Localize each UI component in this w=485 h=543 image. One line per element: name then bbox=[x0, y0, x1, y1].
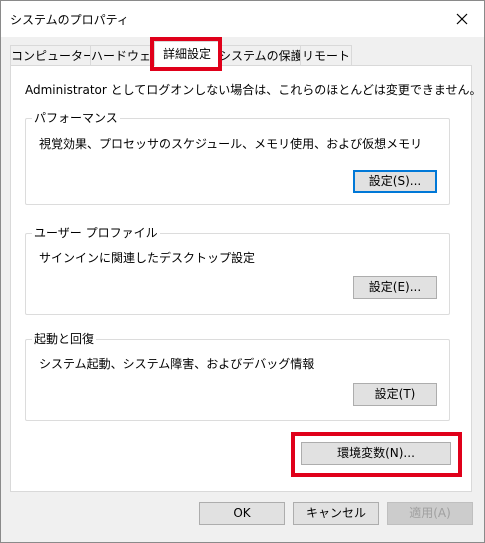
performance-group-title: パフォーマンス bbox=[32, 111, 120, 125]
tab-label: ハードウェア bbox=[91, 49, 156, 63]
tab-remote[interactable]: リモート bbox=[300, 45, 352, 66]
performance-settings-button[interactable]: 設定(S)... bbox=[353, 170, 437, 193]
title-bar: システムのプロパティ bbox=[1, 1, 484, 37]
user-profiles-description: サインインに関連したデスクトップ設定 bbox=[39, 251, 256, 265]
startup-recovery-settings-button[interactable]: 設定(T) bbox=[353, 383, 437, 406]
tab-label: コンピューター名 bbox=[11, 49, 91, 63]
user-profiles-settings-button[interactable]: 設定(E)... bbox=[353, 276, 437, 299]
button-label: 設定(S)... bbox=[368, 174, 422, 188]
startup-recovery-group-title: 起動と回復 bbox=[32, 332, 97, 346]
tab-label: リモート bbox=[301, 49, 350, 63]
tab-hardware[interactable]: ハードウェア bbox=[90, 45, 156, 66]
button-label: 環境変数(N)... bbox=[337, 446, 415, 460]
apply-button[interactable]: 適用(A) bbox=[387, 502, 473, 525]
close-button[interactable] bbox=[440, 1, 484, 37]
tab-label: システムの保護 bbox=[219, 49, 302, 63]
system-properties-window: システムのプロパティ コンピューター名 ハードウェア 詳細設定 システムの保護 … bbox=[0, 0, 485, 543]
tab-label: 詳細設定 bbox=[162, 47, 211, 61]
button-label: 設定(E)... bbox=[368, 280, 422, 294]
tab-computer-name[interactable]: コンピューター名 bbox=[10, 45, 92, 66]
startup-recovery-description: システム起動、システム障害、およびデバッグ情報 bbox=[39, 357, 315, 371]
startup-recovery-group bbox=[25, 339, 450, 421]
button-label: 設定(T) bbox=[374, 387, 416, 401]
environment-variables-button[interactable]: 環境変数(N)... bbox=[301, 442, 451, 465]
admin-notice-text: Administrator としてログオンしない場合は、これらのほとんどは変更で… bbox=[25, 83, 482, 97]
cancel-button[interactable]: キャンセル bbox=[293, 502, 379, 525]
user-profiles-group-title: ユーザー プロファイル bbox=[32, 226, 160, 240]
ok-button[interactable]: OK bbox=[199, 502, 285, 525]
button-label: OK bbox=[233, 506, 251, 520]
user-profiles-group bbox=[25, 233, 450, 315]
tab-advanced[interactable]: 詳細設定 bbox=[154, 41, 220, 66]
window-title: システムのプロパティ bbox=[10, 13, 129, 27]
performance-description: 視覚効果、プロセッサのスケジュール、メモリ使用、および仮想メモリ bbox=[39, 137, 423, 151]
button-label: キャンセル bbox=[305, 506, 366, 520]
close-icon bbox=[456, 13, 468, 25]
tab-system-protection[interactable]: システムの保護 bbox=[218, 45, 302, 66]
button-label: 適用(A) bbox=[409, 506, 451, 520]
